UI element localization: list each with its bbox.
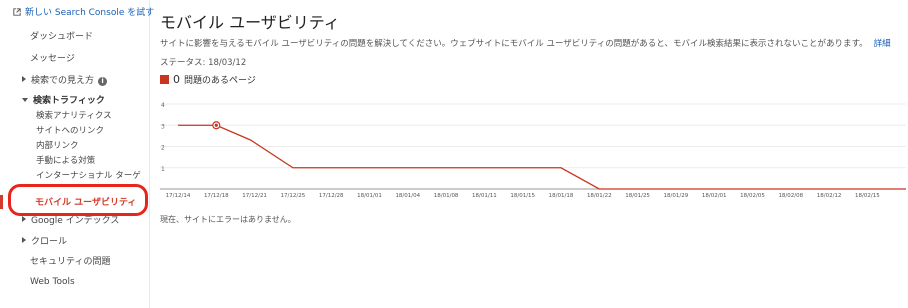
sidebar-subitem-mobile-usability: モバイル ユーザビリティ: [35, 198, 137, 208]
x-tick-label: 18/02/01: [702, 193, 727, 199]
sidebar-item-messages[interactable]: メッセージ: [30, 51, 75, 64]
sidebar-subitem-manual-actions[interactable]: 手動による対策: [36, 154, 95, 166]
x-tick-label: 18/01/18: [549, 193, 574, 199]
chart-legend[interactable]: 0 問題のあるページ: [160, 73, 256, 86]
y-tick-label: 1: [161, 166, 165, 173]
legend-count: 0: [173, 73, 180, 86]
chevron-right-icon: [22, 237, 26, 243]
sidebar-item-label: クロール: [31, 237, 68, 247]
info-icon[interactable]: i: [98, 77, 108, 86]
legend-swatch: [160, 75, 169, 84]
status-date: ステータス: 18/03/12: [160, 58, 247, 68]
footer-status-text: 現在、サイトにエラーはありません。: [160, 215, 296, 224]
page-description: サイトに影響を与えるモバイル ユーザビリティの問題を解決してください。ウェブサイ…: [160, 37, 891, 49]
details-link[interactable]: 詳細: [874, 39, 891, 49]
x-tick-label: 18/01/08: [434, 193, 459, 199]
x-tick-label: 18/02/15: [855, 193, 880, 199]
sidebar-item-dashboard[interactable]: ダッシュボード: [30, 29, 93, 42]
sidebar-subitem-internal-links[interactable]: 内部リンク: [36, 139, 79, 151]
sidebar-item-label: 検索での見え方: [31, 76, 95, 86]
x-tick-label: 17/12/28: [319, 193, 344, 199]
chevron-right-icon: [22, 76, 26, 82]
x-tick-label: 18/02/08: [778, 193, 803, 199]
sidebar-item-label: Google インデックス: [31, 216, 120, 226]
mobile-usability-highlight[interactable]: モバイル ユーザビリティ: [8, 184, 148, 216]
series-line: [178, 124, 906, 190]
chevron-right-icon: [22, 216, 26, 222]
sidebar-item-label: 検索トラフィック: [33, 96, 105, 106]
x-tick-label: 17/12/25: [281, 193, 306, 199]
x-tick-label: 18/01/15: [510, 193, 535, 199]
page-title: モバイル ユーザビリティ: [160, 13, 340, 32]
x-tick-label: 17/12/18: [204, 193, 229, 199]
x-tick-label: 18/02/05: [740, 193, 765, 199]
external-link-icon: [13, 8, 21, 16]
y-tick-label: 3: [161, 123, 165, 130]
x-tick-label: 18/01/25: [625, 193, 650, 199]
x-tick-label: 18/01/01: [357, 193, 382, 199]
x-tick-label: 18/02/12: [817, 193, 842, 199]
sidebar-item-search-traffic[interactable]: 検索トラフィック: [22, 93, 105, 106]
x-tick-label: 17/12/14: [166, 193, 191, 199]
new-search-console-link[interactable]: 新しい Search Console を試す: [13, 5, 154, 18]
sidebar: 新しい Search Console を試す ダッシュボード メッセージ 検索で…: [0, 0, 154, 308]
x-tick-label: 18/01/04: [395, 193, 420, 199]
new-search-console-label: 新しい Search Console を試す: [25, 8, 155, 18]
y-tick-label: 4: [161, 102, 165, 109]
sidebar-subitem-links-to-site[interactable]: サイトへのリンク: [36, 124, 104, 136]
sidebar-item-security-issues[interactable]: セキュリティの問題: [30, 254, 110, 267]
x-tick-label: 17/12/21: [242, 193, 267, 199]
sidebar-item-crawl[interactable]: クロール: [22, 234, 67, 247]
legend-label: 問題のあるページ: [184, 76, 256, 86]
issues-line-chart[interactable]: 1 2 3 4 17/12/14 17/12/18 17/12/21 17/12/25 17/1…: [150, 98, 908, 206]
sidebar-subitem-search-analytics[interactable]: 検索アナリティクス: [36, 109, 112, 121]
main-content: モバイル ユーザビリティ サイトに影響を与えるモバイル ユーザビリティの問題を解…: [150, 0, 908, 308]
x-tick-label: 18/01/22: [587, 193, 612, 199]
x-tick-label: 18/01/11: [472, 193, 497, 199]
chevron-down-icon: [22, 98, 28, 102]
y-tick-label: 2: [161, 145, 165, 152]
active-item-marker: [0, 195, 3, 209]
x-tick-label: 18/01/29: [664, 193, 689, 199]
sidebar-item-search-appearance[interactable]: 検索での見え方 i: [22, 73, 108, 86]
sidebar-subitem-international-targeting[interactable]: インターナショナル ターゲ: [36, 169, 141, 181]
highlighted-point: [214, 123, 218, 127]
sidebar-item-web-tools[interactable]: Web Tools: [30, 277, 75, 287]
description-text: サイトに影響を与えるモバイル ユーザビリティの問題を解決してください。ウェブサイ…: [160, 39, 868, 49]
